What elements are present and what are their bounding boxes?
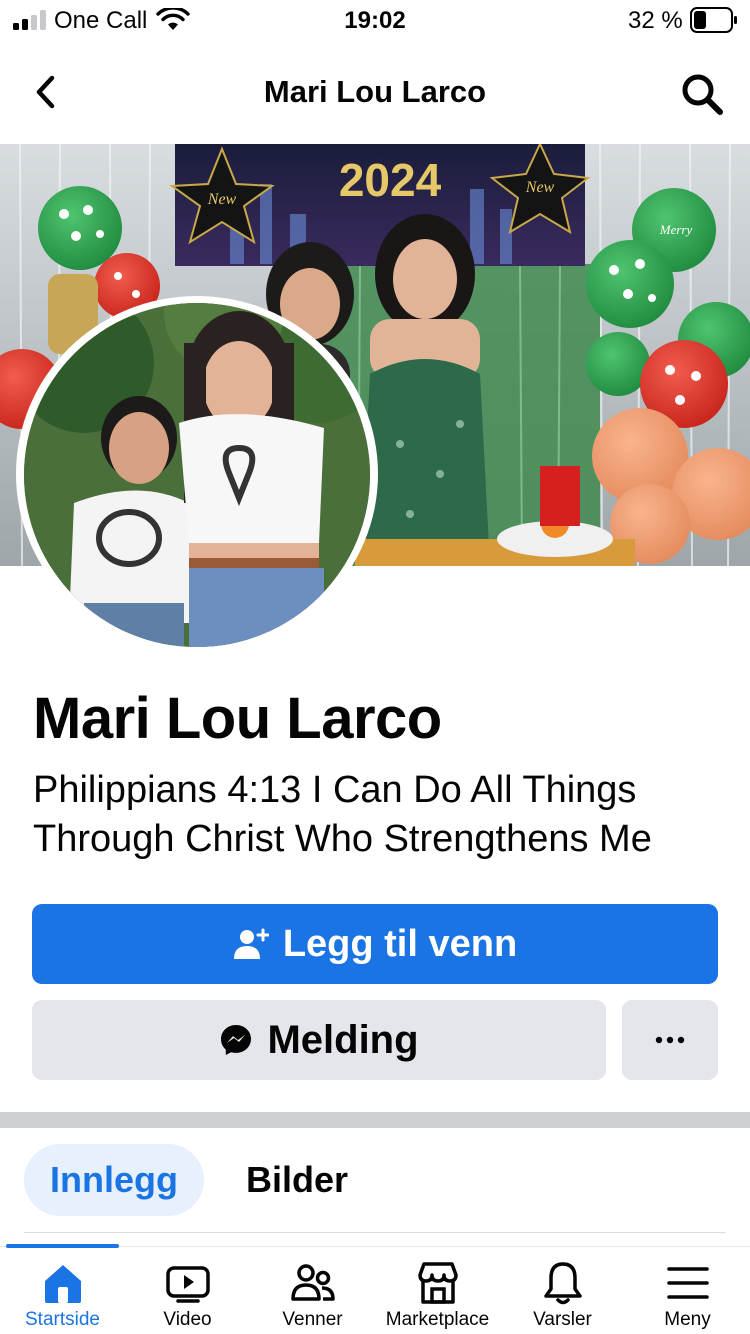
tabbar-label-video: Video: [163, 1309, 212, 1330]
svg-text:New: New: [525, 179, 555, 196]
tabbar-item-video[interactable]: Video: [125, 1247, 250, 1334]
bell-icon: [543, 1262, 582, 1305]
add-friend-icon: [233, 928, 269, 959]
search-icon[interactable]: [678, 70, 726, 118]
profile-name: Mari Lou Larco: [33, 686, 442, 751]
tab-photos[interactable]: Bilder: [232, 1144, 362, 1216]
status-bar: One Call 19:02 32 %: [0, 0, 750, 44]
tabbar-item-menu[interactable]: Meny: [625, 1247, 750, 1334]
tabbar-label-notifications: Varsler: [533, 1309, 592, 1330]
battery-icon: [690, 7, 737, 33]
tabbar-label-marketplace: Marketplace: [385, 1309, 490, 1330]
menu-icon: [666, 1267, 709, 1299]
page-title: Mari Lou Larco: [263, 74, 487, 109]
battery-percent: 32 %: [628, 7, 683, 34]
tab-posts[interactable]: Innlegg: [24, 1144, 204, 1216]
tabbar-item-friends[interactable]: Venner: [250, 1247, 375, 1334]
svg-text:Merry: Merry: [659, 222, 693, 237]
add-friend-button[interactable]: Legg til venn: [32, 904, 718, 984]
add-friend-label: Legg til venn: [282, 922, 518, 965]
tabbar-item-marketplace[interactable]: Marketplace: [375, 1247, 500, 1334]
tabbar-item-home[interactable]: Startside: [0, 1247, 125, 1334]
avatar[interactable]: [24, 303, 370, 647]
svg-text:2024: 2024: [339, 154, 442, 206]
tabs-divider: [24, 1232, 726, 1233]
messenger-icon: [221, 1025, 252, 1055]
profile-bio: Philippians 4:13 I Can Do All Things Thr…: [33, 769, 652, 860]
friends-icon: [290, 1264, 335, 1301]
more-icon: [655, 1036, 685, 1044]
tabbar-item-notifications[interactable]: Varsler: [500, 1247, 625, 1334]
svg-text:New: New: [207, 191, 237, 208]
message-button[interactable]: Melding: [32, 1000, 606, 1080]
tabbar-label-home: Startside: [25, 1309, 100, 1330]
tabbar-label-menu: Meny: [664, 1309, 711, 1330]
bottom-tab-bar: Startside Video Venner Marketplace Varsl…: [0, 1244, 750, 1334]
home-icon: [44, 1265, 81, 1303]
section-divider: [0, 1112, 750, 1128]
marketplace-icon: [417, 1262, 458, 1304]
message-label: Melding: [267, 1017, 419, 1062]
more-options-button[interactable]: [622, 1000, 718, 1080]
tabbar-label-friends: Venner: [282, 1309, 343, 1330]
avatar-image: [24, 303, 370, 647]
nav-bar: Mari Lou Larco: [0, 44, 750, 144]
video-icon: [165, 1266, 210, 1303]
